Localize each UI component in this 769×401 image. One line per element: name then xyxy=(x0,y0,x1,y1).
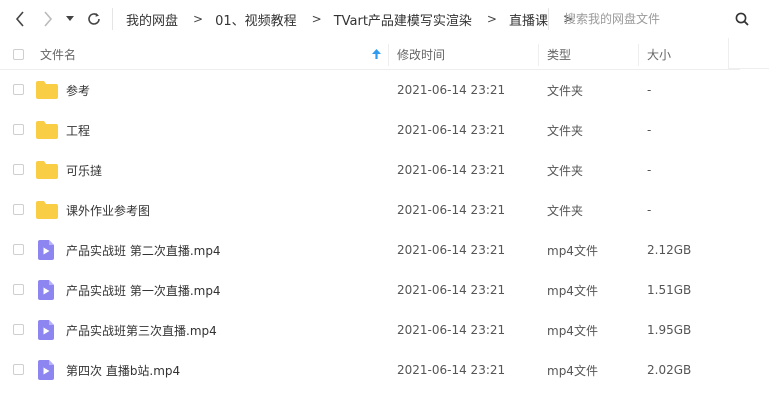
file-modified: 2021-06-14 23:21 xyxy=(397,243,506,257)
column-header-modified[interactable]: 修改时间 xyxy=(397,38,445,70)
select-all-checkbox[interactable] xyxy=(13,49,24,60)
breadcrumb-separator: > xyxy=(486,12,497,26)
file-row[interactable]: 产品实战班 第二次直播.mp4 2021-06-14 23:21 mp4文件 2… xyxy=(0,230,740,270)
file-size: 1.51GB xyxy=(647,283,692,297)
file-row[interactable]: 可乐撻 2021-06-14 23:21 文件夹 - xyxy=(0,150,740,190)
column-divider xyxy=(638,44,639,66)
file-type: 文件夹 xyxy=(547,163,584,178)
file-row[interactable]: 产品实战班第三次直播.mp4 2021-06-14 23:21 mp4文件 1.… xyxy=(0,310,740,350)
history-dropdown-icon[interactable] xyxy=(64,8,76,30)
folder-icon xyxy=(36,201,58,219)
video-file-icon xyxy=(38,320,54,340)
column-divider xyxy=(388,44,389,66)
file-row[interactable]: 产品实战班 第一次直播.mp4 2021-06-14 23:21 mp4文件 1… xyxy=(0,270,740,310)
search-input[interactable] xyxy=(558,8,735,30)
row-checkbox[interactable] xyxy=(13,124,24,135)
breadcrumb-item-my-drive[interactable]: 我的网盘 xyxy=(126,10,178,29)
file-name: 第四次 直播b站.mp4 xyxy=(66,363,181,378)
forward-icon[interactable] xyxy=(38,8,58,30)
back-icon[interactable] xyxy=(10,8,30,30)
video-file-icon xyxy=(38,280,54,300)
file-name: 产品实战班第三次直播.mp4 xyxy=(66,323,217,338)
file-name: 课外作业参考图 xyxy=(66,203,151,218)
sort-ascending-icon[interactable] xyxy=(372,49,381,59)
breadcrumb-item-live-class[interactable]: 直播课 xyxy=(509,10,548,29)
refresh-icon[interactable] xyxy=(84,8,104,30)
toolbar: 我的网盘 > 01、视频教程 > TVart产品建模写实渲染 > 直播课 > xyxy=(0,0,769,38)
folder-icon xyxy=(36,121,58,139)
folder-icon xyxy=(36,81,58,99)
file-row[interactable]: 课外作业参考图 2021-06-14 23:21 文件夹 - xyxy=(0,190,740,230)
file-row[interactable]: 第四次 直播b站.mp4 2021-06-14 23:21 mp4文件 2.02… xyxy=(0,350,740,390)
file-type: mp4文件 xyxy=(547,363,598,378)
file-row[interactable]: 参考 2021-06-14 23:21 文件夹 - xyxy=(0,70,740,110)
file-size: - xyxy=(647,123,652,137)
file-row[interactable]: 工程 2021-06-14 23:21 文件夹 - xyxy=(0,110,740,150)
row-checkbox[interactable] xyxy=(13,164,24,175)
column-header-name[interactable]: 文件名 xyxy=(40,38,76,70)
file-size: 2.12GB xyxy=(647,243,692,257)
search-icon[interactable] xyxy=(731,8,753,30)
file-modified: 2021-06-14 23:21 xyxy=(397,283,506,297)
file-type: mp4文件 xyxy=(547,323,598,338)
file-modified: 2021-06-14 23:21 xyxy=(397,203,506,217)
row-checkbox[interactable] xyxy=(13,204,24,215)
file-size: - xyxy=(647,83,652,97)
column-header-size[interactable]: 大小 xyxy=(647,38,671,70)
row-checkbox[interactable] xyxy=(13,244,24,255)
column-header: 文件名 修改时间 类型 大小 xyxy=(0,38,769,70)
folder-icon xyxy=(36,161,58,179)
file-type: mp4文件 xyxy=(547,243,598,258)
file-modified: 2021-06-14 23:21 xyxy=(397,323,506,337)
file-name: 参考 xyxy=(66,83,91,98)
breadcrumb-divider xyxy=(112,8,113,30)
breadcrumb-separator: > xyxy=(311,12,322,26)
file-size: - xyxy=(647,163,652,177)
file-type: 文件夹 xyxy=(547,203,584,218)
row-checkbox[interactable] xyxy=(13,284,24,295)
file-size: - xyxy=(647,203,652,217)
file-name: 产品实战班 第二次直播.mp4 xyxy=(66,243,221,258)
breadcrumb-item-video-tutorials[interactable]: 01、视频教程 xyxy=(215,10,297,29)
file-type: 文件夹 xyxy=(547,123,584,138)
file-name: 工程 xyxy=(66,123,91,138)
file-name: 可乐撻 xyxy=(66,163,103,178)
file-modified: 2021-06-14 23:21 xyxy=(397,123,506,137)
file-size: 1.95GB xyxy=(647,323,692,337)
breadcrumb-separator: > xyxy=(193,12,204,26)
file-modified: 2021-06-14 23:21 xyxy=(397,363,506,377)
column-header-type[interactable]: 类型 xyxy=(547,38,571,70)
search-divider xyxy=(548,8,549,30)
row-checkbox[interactable] xyxy=(13,364,24,375)
file-type: mp4文件 xyxy=(547,283,598,298)
file-size: 2.02GB xyxy=(647,363,692,377)
row-checkbox[interactable] xyxy=(13,324,24,335)
video-file-icon xyxy=(38,240,54,260)
row-checkbox[interactable] xyxy=(13,84,24,95)
file-type: 文件夹 xyxy=(547,83,584,98)
scrollbar-corner xyxy=(728,38,769,69)
column-divider xyxy=(538,44,539,66)
breadcrumb: 我的网盘 > 01、视频教程 > TVart产品建模写实渲染 > 直播课 > xyxy=(126,0,573,38)
video-file-icon xyxy=(38,360,54,380)
breadcrumb-item-tvart-course[interactable]: TVart产品建模写实渲染 xyxy=(334,10,472,29)
file-name: 产品实战班 第一次直播.mp4 xyxy=(66,283,221,298)
file-modified: 2021-06-14 23:21 xyxy=(397,83,506,97)
file-modified: 2021-06-14 23:21 xyxy=(397,163,506,177)
